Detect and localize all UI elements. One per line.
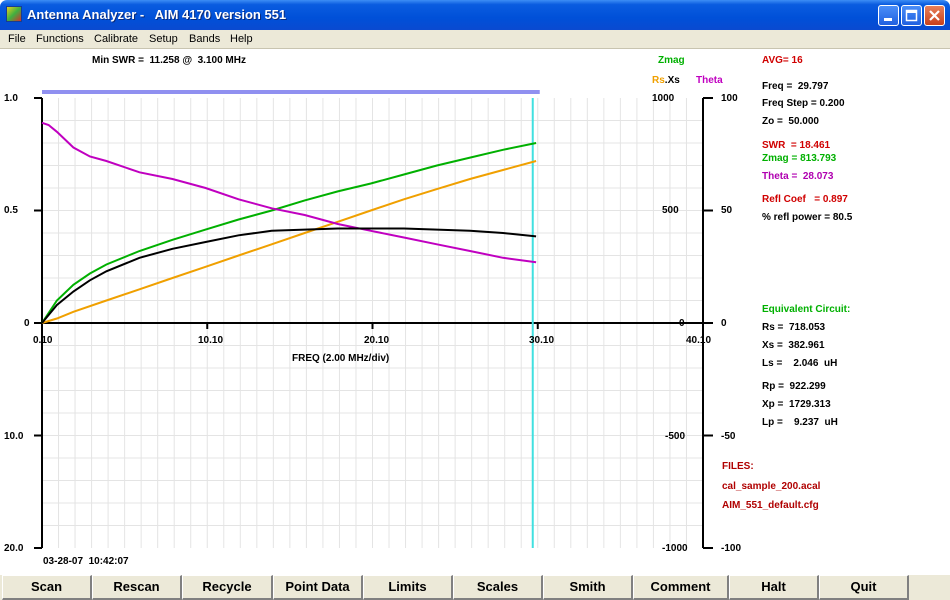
- zmag-tick-0: 0: [679, 318, 685, 329]
- min-swr-label: Min SWR = 11.258 @ 3.100 MHz: [92, 55, 246, 66]
- zmag-legend: Zmag: [658, 55, 685, 66]
- window-title: Antenna Analyzer - AIM 4170 version 551: [27, 7, 287, 22]
- menu-bar: File Functions Calibrate Setup Bands Hel…: [0, 30, 950, 49]
- recycle-button[interactable]: Recycle: [182, 575, 273, 600]
- menu-setup[interactable]: Setup: [149, 33, 178, 45]
- avg-readout: AVG= 16: [762, 55, 803, 66]
- ls-readout: Ls = 2.046 uH: [762, 358, 838, 369]
- file-cfg[interactable]: AIM_551_default.cfg: [722, 500, 819, 511]
- swr-tick-0: 0: [24, 318, 30, 329]
- rs-xs-legend: Rs.Xs: [652, 75, 680, 86]
- theta-tick-100: 100: [721, 93, 738, 104]
- files-title: FILES:: [722, 461, 754, 472]
- zmag-tick-1000: 1000: [652, 93, 675, 104]
- close-icon: [929, 10, 940, 21]
- rescan-button[interactable]: Rescan: [92, 575, 182, 600]
- freq-readout: Freq = 29.797: [762, 81, 829, 92]
- quit-button[interactable]: Quit: [819, 575, 909, 600]
- limits-button[interactable]: Limits: [363, 575, 453, 600]
- minimize-icon: [884, 18, 892, 21]
- file-cal[interactable]: cal_sample_200.acal: [722, 481, 820, 492]
- xs-legend: Xs: [667, 75, 680, 86]
- refl-coef-readout: Refl Coef = 0.897: [762, 194, 848, 205]
- smith-button[interactable]: Smith: [543, 575, 633, 600]
- refl-power-readout: % refl power = 80.5: [762, 212, 853, 223]
- menu-bands[interactable]: Bands: [189, 33, 220, 45]
- app-icon[interactable]: [6, 6, 22, 22]
- zmag-tick-neg500: -500: [665, 431, 686, 442]
- button-bar: Scan Rescan Recycle Point Data Limits Sc…: [0, 575, 950, 600]
- menu-help[interactable]: Help: [230, 33, 253, 45]
- plot-area: Min SWR = 11.258 @ 3.100 MHz Zmag Rs.Xs …: [0, 49, 950, 575]
- rs-legend: Rs: [652, 75, 665, 86]
- freq-step-readout: Freq Step = 0.200: [762, 98, 845, 109]
- x-tick-3: 30.10: [529, 335, 555, 346]
- menu-calibrate[interactable]: Calibrate: [94, 33, 138, 45]
- series-swr-line: [41, 227, 537, 324]
- halt-button[interactable]: Halt: [729, 575, 819, 600]
- theta-tick-50: 50: [721, 205, 733, 216]
- xs-readout: Xs = 382.961: [762, 340, 825, 351]
- theta-legend: Theta: [696, 75, 723, 86]
- rs-readout: Rs = 718.053: [762, 322, 826, 333]
- maximize-button[interactable]: [901, 5, 922, 26]
- xp-readout: Xp = 1729.313: [762, 399, 831, 410]
- swr-readout: SWR = 18.461: [762, 140, 831, 151]
- theta-tick-neg50: -50: [721, 431, 736, 442]
- x-axis-label: FREQ (2.00 MHz/div): [292, 353, 390, 364]
- lp-readout: Lp = 9.237 uH: [762, 417, 838, 428]
- x-tick-1: 10.10: [198, 335, 224, 346]
- comment-button[interactable]: Comment: [633, 575, 729, 600]
- close-button[interactable]: [924, 5, 945, 26]
- timestamp: 03-28-07 10:42:07: [43, 556, 129, 567]
- swr-tick-20: 20.0: [4, 543, 24, 554]
- scales-button[interactable]: Scales: [453, 575, 543, 600]
- equivalent-circuit-title: Equivalent Circuit:: [762, 304, 851, 315]
- series-theta-line: [41, 121, 537, 264]
- theta-tick-neg100: -100: [721, 543, 742, 554]
- scan-button[interactable]: Scan: [2, 575, 92, 600]
- x-tick-2: 20.10: [364, 335, 390, 346]
- zmag-tick-neg1000: -1000: [662, 543, 688, 554]
- rp-readout: Rp = 922.299: [762, 381, 826, 392]
- menu-functions[interactable]: Functions: [36, 33, 84, 45]
- x-tick-0: 0.10: [33, 335, 53, 346]
- title-bar: Antenna Analyzer - AIM 4170 version 551: [0, 0, 950, 30]
- theta-readout: Theta = 28.073: [762, 171, 834, 182]
- swr-tick-10: 10.0: [4, 431, 24, 442]
- swr-tick-1: 1.0: [4, 93, 18, 104]
- maximize-icon: [905, 9, 918, 22]
- zo-readout: Zo = 50.000: [762, 116, 819, 127]
- minimize-button[interactable]: [878, 5, 899, 26]
- point-data-button[interactable]: Point Data: [273, 575, 363, 600]
- swr-tick-05: 0.5: [4, 205, 18, 216]
- series-rs-line: [41, 160, 537, 324]
- zmag-readout: Zmag = 813.793: [762, 153, 837, 164]
- x-tick-4: 40.10: [686, 335, 712, 346]
- theta-tick-0: 0: [721, 318, 727, 329]
- zmag-tick-500: 500: [662, 205, 679, 216]
- menu-file[interactable]: File: [8, 33, 26, 45]
